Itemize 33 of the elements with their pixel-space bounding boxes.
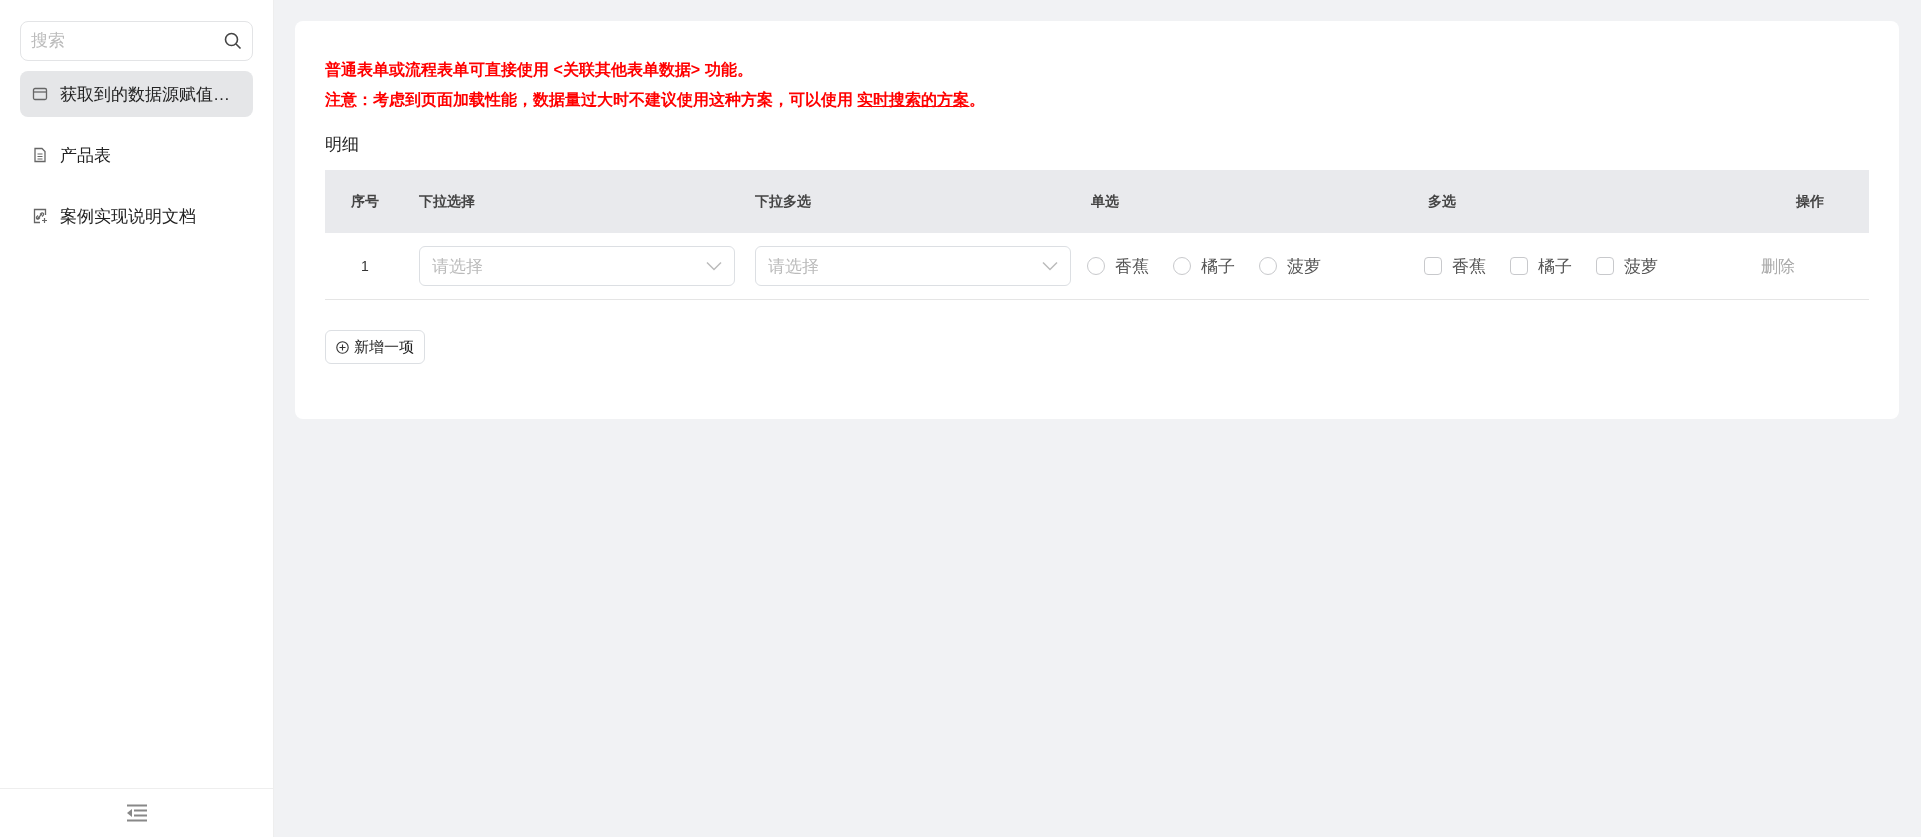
- radio-label: 橘子: [1201, 255, 1235, 278]
- section-title: 明细: [325, 134, 360, 156]
- sidebar-item[interactable]: 产品表: [20, 132, 253, 178]
- chevron-down-icon: [706, 261, 722, 271]
- checkbox-label: 香蕉: [1452, 255, 1486, 278]
- collapse-menu-icon[interactable]: [125, 804, 148, 822]
- search-field[interactable]: 搜索: [20, 21, 253, 61]
- checkbox[interactable]: [1424, 257, 1442, 275]
- checkbox-label: 橘子: [1538, 255, 1572, 278]
- chevron-down-icon: [1042, 261, 1058, 271]
- plus-circle-icon: [336, 340, 349, 354]
- row-number: 1: [360, 258, 370, 274]
- notice-text: 注意：考虑到页面加载性能，数据量过大时不建议使用这种方案，可以使用 实时搜索的方案。: [325, 90, 987, 110]
- checkbox[interactable]: [1596, 257, 1614, 275]
- radio-label: 香蕉: [1115, 255, 1149, 278]
- column-header: 下拉多选: [754, 192, 812, 211]
- search-icon: [224, 32, 242, 50]
- checkbox-label: 菠萝: [1624, 255, 1658, 278]
- radio-label: 菠萝: [1287, 255, 1321, 278]
- column-header: 单选: [1090, 192, 1120, 211]
- column-header: 下拉选择: [418, 192, 476, 211]
- document-icon: [32, 147, 48, 163]
- sidebar-item[interactable]: 获取到的数据源赋值…: [20, 71, 253, 117]
- realtime-search-link[interactable]: 实时搜索的方案: [857, 91, 970, 108]
- notice-text: 普通表单或流程表单可直接使用 <关联其他表单数据> 功能。: [325, 60, 754, 80]
- column-header: 多选: [1427, 192, 1457, 211]
- column-header: 序号: [350, 192, 380, 211]
- sidebar-item[interactable]: 案例实现说明文档: [20, 193, 253, 239]
- link-document-icon: [32, 208, 48, 224]
- window-icon: [32, 86, 48, 102]
- checkbox[interactable]: [1510, 257, 1528, 275]
- add-item-button[interactable]: 新增一项: [325, 330, 425, 364]
- column-header: 操作: [1795, 192, 1825, 211]
